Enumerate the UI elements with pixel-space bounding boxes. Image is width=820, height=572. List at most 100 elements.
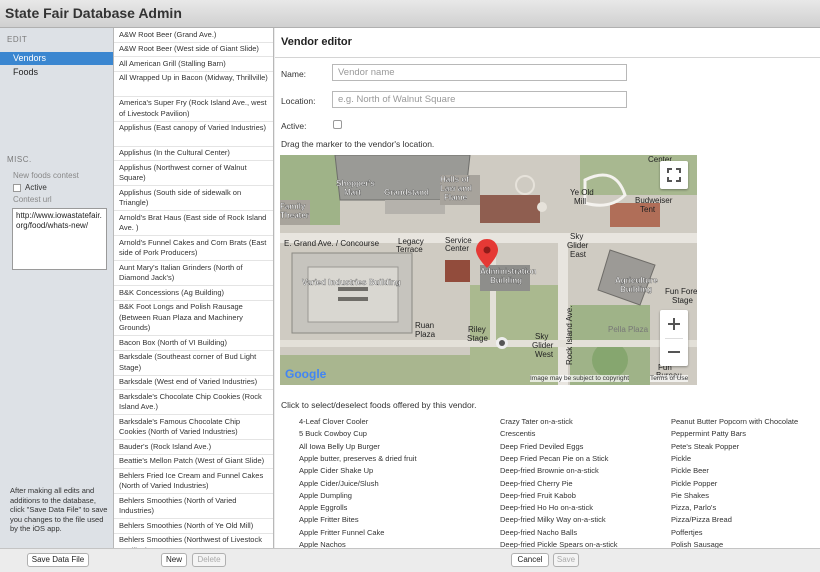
vendor-list-item[interactable]: Aunt Mary's Italian Grinders (North of D… [114,261,273,286]
zoom-out-button[interactable] [660,338,688,366]
vendor-list-item[interactable]: Barksdale's Chocolate Chip Cookies (Rock… [114,390,273,415]
food-item[interactable]: Pickle Popper [671,479,717,488]
food-item[interactable]: 4-Leaf Clover Cooler [299,417,368,426]
divider [275,57,820,58]
new-foods-contest-label: New foods contest [13,171,79,180]
vendor-list-item[interactable]: America's Super Fry (Rock Island Ave., w… [114,97,273,122]
food-item[interactable]: Crescentis [500,429,535,438]
food-item[interactable]: Deep Fried Deviled Eggs [500,442,583,451]
terms-link[interactable]: Terms of Use [650,375,689,382]
food-item[interactable]: All Iowa Belly Up Burger [299,442,380,451]
svg-text:Varied Industries Building: Varied Industries Building [302,278,401,287]
vendor-list-item[interactable]: Arnold's Brat Haus (East side of Rock Is… [114,211,273,236]
food-item[interactable]: Apple Dumpling [299,491,352,500]
google-logo: Google [285,367,327,381]
food-item[interactable]: Apple Nachos [299,540,346,548]
new-vendor-button[interactable]: New [161,553,187,567]
food-item[interactable]: Peppermint Patty Bars [671,429,746,438]
svg-text:Building: Building [620,285,652,294]
vendor-list-item[interactable]: Barksdale (Southeast corner of Bud Light… [114,351,273,376]
vendor-list-item[interactable]: Behlers Smoothies (North of Varied Indus… [114,494,273,519]
fullscreen-icon [667,168,681,182]
delete-vendor-button[interactable]: Delete [192,553,226,567]
title-bar: State Fair Database Admin [0,0,820,28]
save-button[interactable]: Save [553,553,579,567]
food-item[interactable]: Deep Fried Pecan Pie on a Stick [500,454,608,463]
food-item[interactable]: Apple Eggrolls [299,503,347,512]
food-item[interactable]: 5 Buck Cowboy Cup [299,429,367,438]
vendor-list-item[interactable]: B&K Concessions (Ag Building) [114,286,273,301]
contest-url-field[interactable]: http://www.iowastatefair.org/food/whats-… [12,208,107,270]
vendor-list-item[interactable]: Beattie's Mellon Patch (West of Giant Sl… [114,455,273,469]
food-item[interactable]: Apple Fritter Bites [299,515,359,524]
vendor-list[interactable]: A&W Root Beer (Grand Ave.) A&W Root Beer … [114,28,274,548]
food-item[interactable]: Polish Sausage [671,540,723,548]
food-item[interactable]: Deep-fried Pickle Spears on-a-stick [500,540,618,548]
vendor-list-item[interactable]: Arnold's Funnel Cakes and Corn Brats (Ea… [114,236,273,261]
vendor-list-item[interactable]: Bauder's (Rock Island Ave.) [114,440,273,455]
food-item[interactable]: Deep-fried Ho Ho on-a-stick [500,503,593,512]
vendor-location-input[interactable]: e.g. North of Walnut Square [332,91,627,108]
fairgrounds-map[interactable]: Shopper's Mart Grandstand Halls of Law and… [280,155,697,385]
vendor-list-item[interactable]: A&W Root Beer (Grand Ave.) [114,28,273,43]
food-item[interactable]: Apple butter, preserves & dried fruit [299,454,417,463]
food-item[interactable]: Pete's Steak Popper [671,442,739,451]
location-label: Location: [281,96,316,106]
svg-text:Riley: Riley [468,325,486,334]
zoom-in-button[interactable] [660,310,688,338]
food-item[interactable]: Deep-fried Milky Way on-a-stick [500,515,606,524]
vendor-list-item[interactable]: Applishus (Northwest corner of Walnut Sq… [114,161,273,186]
food-item[interactable]: Apple Fritter Funnel Cake [299,528,384,537]
vendor-list-item[interactable]: Applishus (In the Cultural Center) [114,147,273,161]
svg-text:Grandstand: Grandstand [384,188,429,197]
contest-active-checkbox[interactable]: Active [13,183,47,192]
svg-text:Pella Plaza: Pella Plaza [608,325,649,334]
food-item[interactable]: Apple Cider Shake Up [299,466,373,475]
vendor-list-item[interactable]: Applishus (South side of sidewalk on Tri… [114,186,273,211]
food-item[interactable]: Pickle Beer [671,466,709,475]
food-item[interactable]: Pizza/Pizza Bread [671,515,732,524]
food-item[interactable]: Deep-fried Brownie on-a-stick [500,466,599,475]
vendor-list-item[interactable]: A&W Root Beer (West side of Giant Slide) [114,43,273,57]
vendor-active-checkbox[interactable] [333,120,342,129]
svg-text:Stage: Stage [467,334,488,343]
fullscreen-button[interactable] [660,161,688,189]
svg-text:Administration: Administration [480,267,537,276]
vendor-list-item[interactable]: Behlers Smoothies (Northwest of Livestoc… [114,534,273,548]
sidebar-item-vendors[interactable]: Vendors [0,52,113,65]
svg-text:Mart: Mart [344,188,361,197]
food-item[interactable]: Poffertjes [671,528,703,537]
cancel-button[interactable]: Cancel [511,553,549,567]
food-item[interactable]: Pizza, Parlo's [671,503,716,512]
food-item[interactable]: Pickle [671,454,691,463]
vendor-list-item[interactable]: Bacon Box (North of VI Building) [114,336,273,351]
vendor-list-item[interactable]: Behlers Fried Ice Cream and Funnel Cakes… [114,469,273,494]
food-item[interactable]: Crazy Tater on-a-stick [500,417,573,426]
food-item[interactable]: Pie Shakes [671,491,709,500]
vendor-list-item[interactable]: Behlers Smoothies (North of Ye Old Mill) [114,519,273,534]
food-item[interactable]: Apple Cider/Juice/Slush [299,479,379,488]
sidebar-item-foods[interactable]: Foods [0,66,113,79]
svg-text:Plaza: Plaza [415,330,436,339]
vendor-list-item[interactable]: Applishus (East canopy of Varied Industr… [114,122,273,147]
vendor-list-item[interactable]: All Wrapped Up in Bacon (Midway, Thrillv… [114,72,273,97]
vendor-list-item[interactable]: Barksdale's Famous Chocolate Chip Cookie… [114,415,273,440]
food-item[interactable]: Deep-fried Cherry Pie [500,479,573,488]
sidebar: EDIT Vendors Foods MISC. New foods conte… [0,28,114,548]
svg-text:Ye Old: Ye Old [570,188,594,197]
svg-text:Terrace: Terrace [396,245,423,254]
svg-text:Flame: Flame [444,193,468,202]
vendor-list-item[interactable]: B&K Foot Longs and Polish Rausage (Betwe… [114,301,273,336]
map-canvas[interactable]: Shopper'sMart Grandstand Halls ofLaw and… [280,155,697,385]
vendor-list-item[interactable]: All American Grill (Stalling Barn) [114,57,273,72]
food-item[interactable]: Deep-fried Nacho Balls [500,528,577,537]
food-item[interactable]: Peanut Butter Popcorn with Chocolate [671,417,798,426]
svg-text:Rock Island Ave.: Rock Island Ave. [565,306,574,365]
save-data-file-button[interactable]: Save Data File [27,553,89,567]
food-item[interactable]: Deep-fried Fruit Kabob [500,491,576,500]
svg-text:Sky: Sky [570,232,583,241]
checkbox-box[interactable] [13,183,21,192]
plus-icon [668,318,680,330]
vendor-name-input[interactable]: Vendor name [332,64,627,81]
vendor-list-item[interactable]: Barksdale (West end of Varied Industries… [114,376,273,390]
